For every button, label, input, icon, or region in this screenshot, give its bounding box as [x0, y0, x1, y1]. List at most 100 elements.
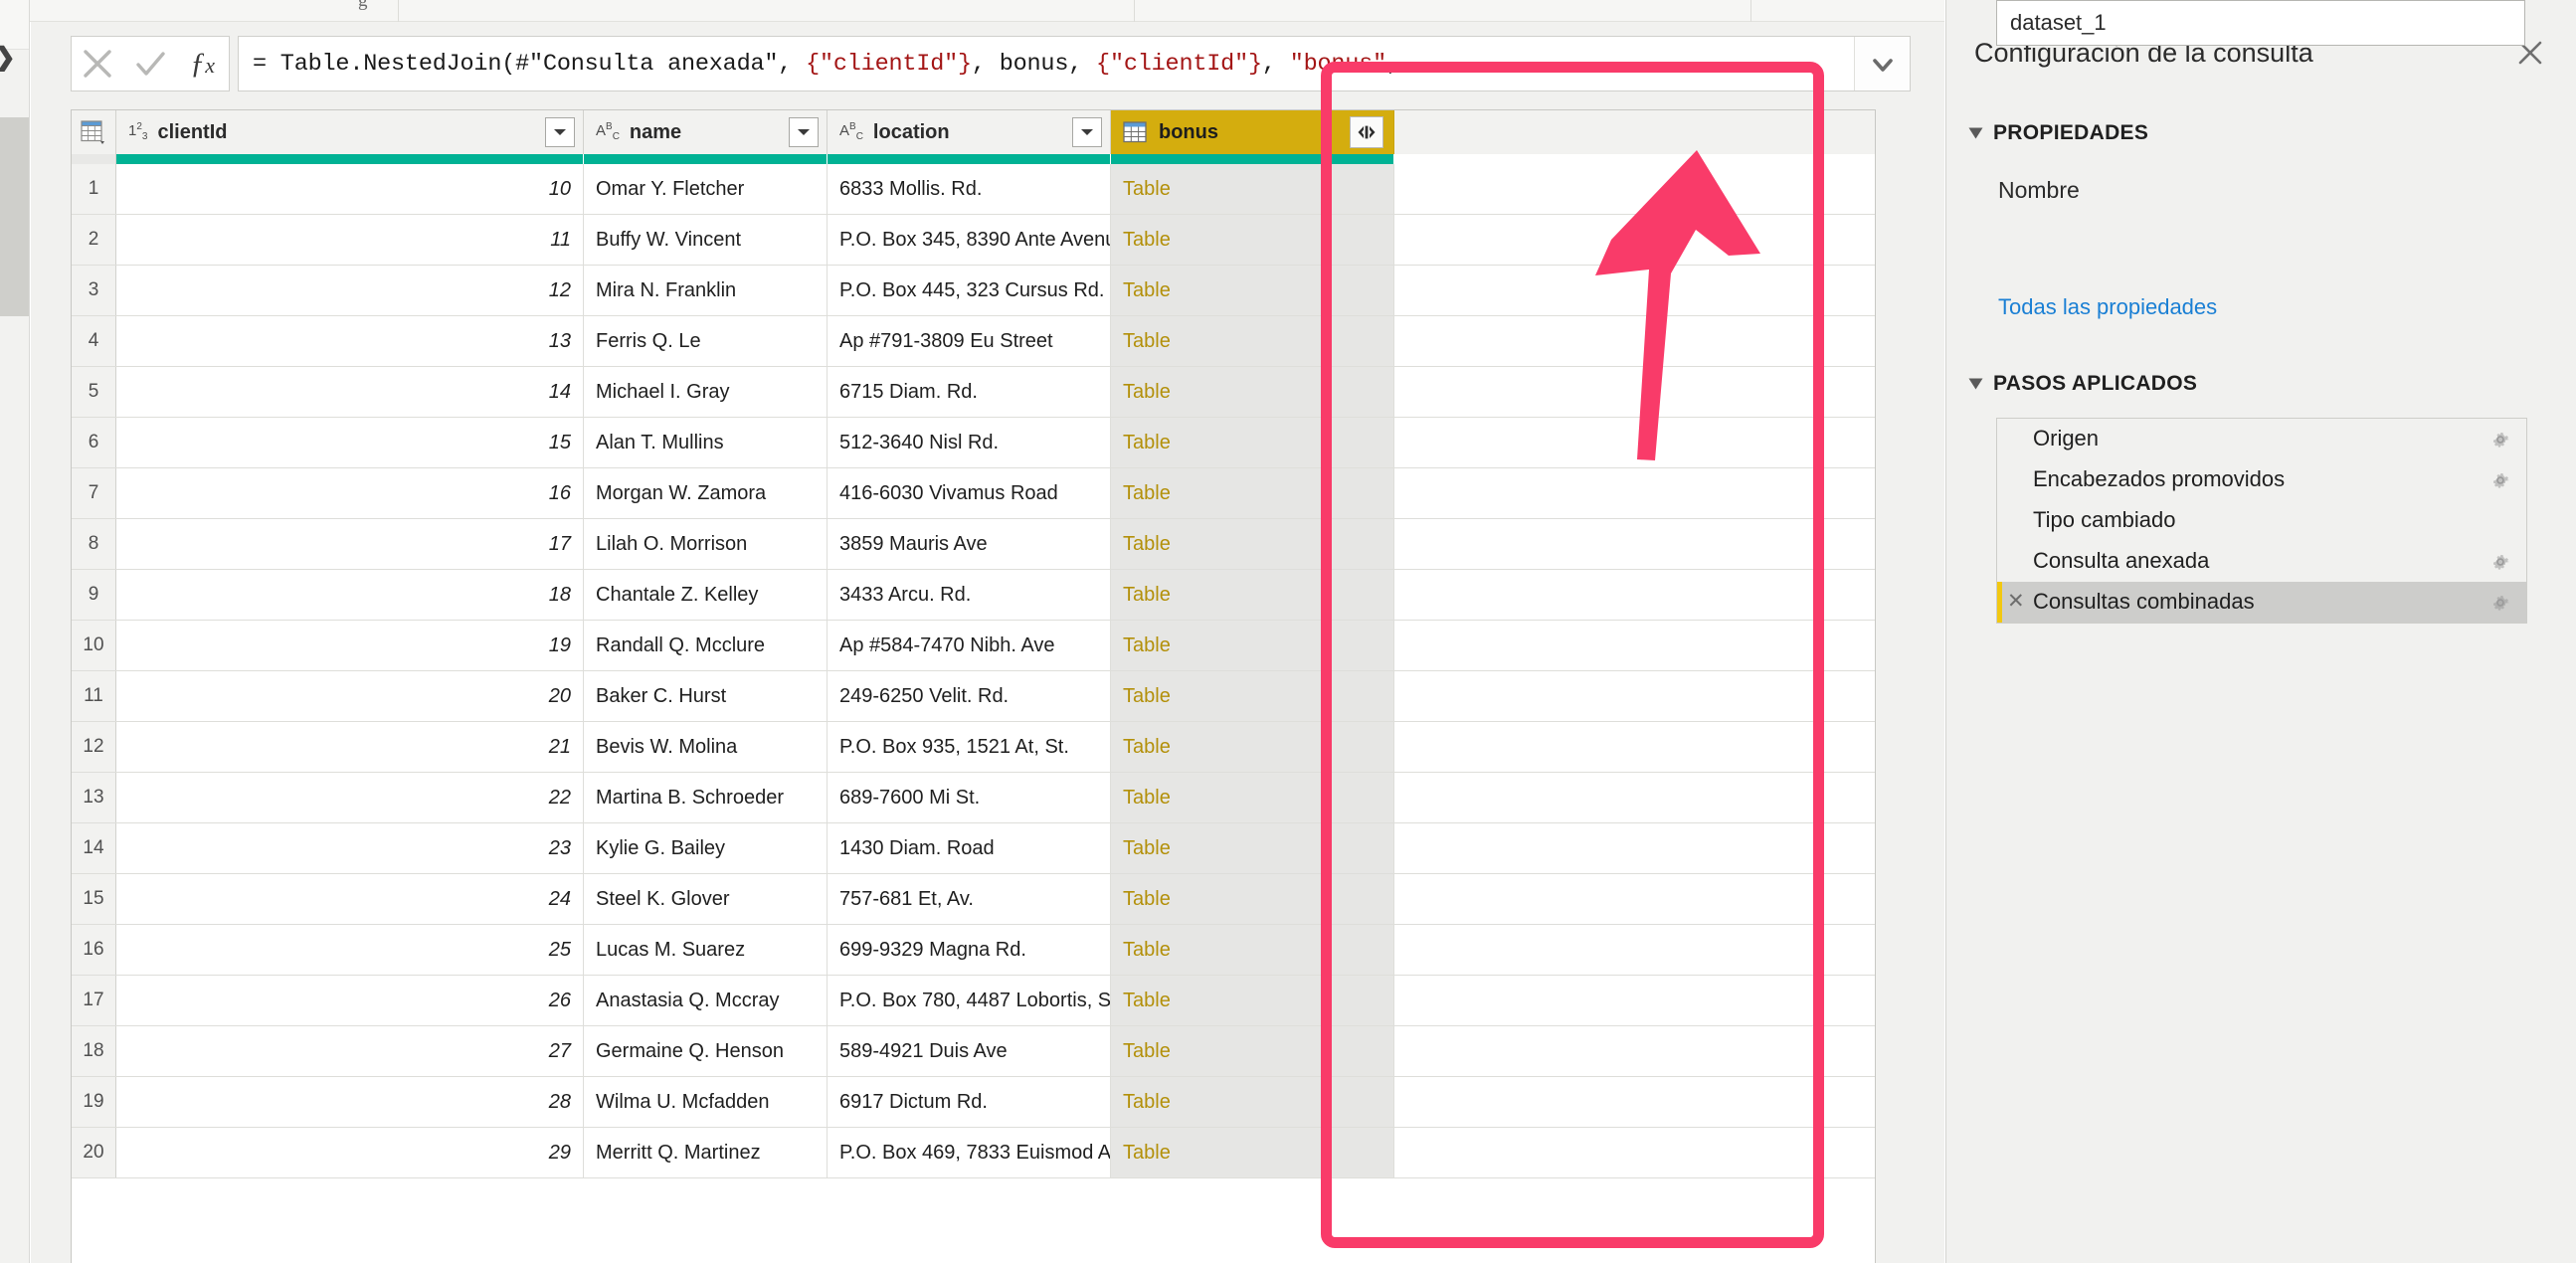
table-row[interactable]: 14 23 Kylie G. Bailey 1430 Diam. Road Table	[72, 823, 1875, 874]
cell-name[interactable]: Lucas M. Suarez	[584, 925, 828, 975]
cell-clientId[interactable]: 13	[116, 316, 584, 366]
applied-step-item[interactable]: Consulta anexada	[1997, 541, 2526, 582]
properties-section-header[interactable]: PROPIEDADES	[1968, 121, 2148, 145]
queries-pane-collapsed[interactable]: ❯	[0, 0, 30, 1263]
cell-clientId[interactable]: 21	[116, 722, 584, 772]
applied-step-item[interactable]: ✕ Consultas combinadas	[1997, 582, 2526, 623]
cell-name[interactable]: Baker C. Hurst	[584, 671, 828, 721]
cell-name[interactable]: Alan T. Mullins	[584, 418, 828, 467]
cell-bonus[interactable]: Table	[1111, 367, 1394, 417]
cell-bonus[interactable]: Table	[1111, 316, 1394, 366]
cell-name[interactable]: Chantale Z. Kelley	[584, 570, 828, 620]
cell-clientId[interactable]: 25	[116, 925, 584, 975]
cell-location[interactable]: Ap #584-7470 Nibh. Ave	[828, 621, 1111, 670]
cell-location[interactable]: 1430 Diam. Road	[828, 823, 1111, 873]
cell-clientId[interactable]: 17	[116, 519, 584, 569]
cell-bonus[interactable]: Table	[1111, 1077, 1394, 1127]
cell-location[interactable]: P.O. Box 780, 4487 Lobortis, St.	[828, 976, 1111, 1025]
cell-bonus[interactable]: Table	[1111, 671, 1394, 721]
applied-steps-list[interactable]: Origen Encabezados promovidos Tipo cambiad…	[1996, 418, 2527, 624]
table-row[interactable]: 2 11 Buffy W. Vincent P.O. Box 345, 8390 An…	[72, 215, 1875, 266]
cell-location[interactable]: 689-7600 Mi St.	[828, 773, 1111, 822]
column-header-name[interactable]: ABC name	[584, 110, 828, 154]
cell-bonus[interactable]: Table	[1111, 418, 1394, 467]
delete-step-icon[interactable]: ✕	[2007, 591, 2025, 612]
cell-location[interactable]: 589-4921 Duis Ave	[828, 1026, 1111, 1076]
cell-clientId[interactable]: 12	[116, 266, 584, 315]
cell-location[interactable]: P.O. Box 935, 1521 At, St.	[828, 722, 1111, 772]
cell-name[interactable]: Morgan W. Zamora	[584, 468, 828, 518]
gear-icon[interactable]	[2488, 468, 2512, 492]
filter-dropdown-location[interactable]	[1072, 117, 1102, 147]
column-header-location[interactable]: ABC location	[828, 110, 1111, 154]
table-row[interactable]: 5 14 Michael I. Gray 6715 Diam. Rd. Table	[72, 367, 1875, 418]
cell-name[interactable]: Germaine Q. Henson	[584, 1026, 828, 1076]
cell-name[interactable]: Wilma U. Mcfadden	[584, 1077, 828, 1127]
cell-location[interactable]: 6917 Dictum Rd.	[828, 1077, 1111, 1127]
cell-clientId[interactable]: 26	[116, 976, 584, 1025]
table-row[interactable]: 4 13 Ferris Q. Le Ap #791-3809 Eu Street Tab…	[72, 316, 1875, 367]
table-row[interactable]: 15 24 Steel K. Glover 757-681 Et, Av. Table	[72, 874, 1875, 925]
cell-bonus[interactable]: Table	[1111, 1128, 1394, 1177]
cell-name[interactable]: Kylie G. Bailey	[584, 823, 828, 873]
cell-location[interactable]: 3433 Arcu. Rd.	[828, 570, 1111, 620]
grid-body[interactable]: 1 10 Omar Y. Fletcher 6833 Mollis. Rd. Table…	[72, 164, 1875, 1263]
cell-bonus[interactable]: Table	[1111, 925, 1394, 975]
cell-clientId[interactable]: 16	[116, 468, 584, 518]
fx-icon[interactable]: ƒx	[180, 41, 226, 87]
cell-bonus[interactable]: Table	[1111, 823, 1394, 873]
cell-name[interactable]: Steel K. Glover	[584, 874, 828, 924]
table-row[interactable]: 6 15 Alan T. Mullins 512-3640 Nisl Rd. Table	[72, 418, 1875, 468]
cell-name[interactable]: Bevis W. Molina	[584, 722, 828, 772]
expand-queries-chevron-icon[interactable]: ❯	[0, 42, 18, 72]
query-name-input[interactable]: dataset_1	[1996, 0, 2525, 46]
cell-clientId[interactable]: 27	[116, 1026, 584, 1076]
commit-formula-icon[interactable]	[127, 41, 173, 87]
cell-name[interactable]: Lilah O. Morrison	[584, 519, 828, 569]
table-row[interactable]: 13 22 Martina B. Schroeder 689-7600 Mi St. T…	[72, 773, 1875, 823]
queries-pane-scrollbar[interactable]	[0, 117, 29, 316]
table-row[interactable]: 18 27 Germaine Q. Henson 589-4921 Duis Ave T…	[72, 1026, 1875, 1077]
applied-step-item[interactable]: Origen	[1997, 419, 2526, 459]
cell-name[interactable]: Martina B. Schroeder	[584, 773, 828, 822]
cell-bonus[interactable]: Table	[1111, 519, 1394, 569]
cell-clientId[interactable]: 10	[116, 164, 584, 214]
cell-clientId[interactable]: 24	[116, 874, 584, 924]
table-row[interactable]: 1 10 Omar Y. Fletcher 6833 Mollis. Rd. Table	[72, 164, 1875, 215]
select-all-table-icon[interactable]	[72, 110, 116, 154]
cell-clientId[interactable]: 28	[116, 1077, 584, 1127]
applied-step-item[interactable]: Tipo cambiado	[1997, 500, 2526, 541]
table-row[interactable]: 3 12 Mira N. Franklin P.O. Box 445, 323 Cur…	[72, 266, 1875, 316]
cell-clientId[interactable]: 20	[116, 671, 584, 721]
cell-clientId[interactable]: 22	[116, 773, 584, 822]
cell-clientId[interactable]: 11	[116, 215, 584, 265]
cell-bonus[interactable]: Table	[1111, 468, 1394, 518]
table-row[interactable]: 16 25 Lucas M. Suarez 699-9329 Magna Rd. Tab…	[72, 925, 1875, 976]
applied-steps-section-header[interactable]: PASOS APLICADOS	[1968, 372, 2197, 396]
cell-clientId[interactable]: 23	[116, 823, 584, 873]
table-row[interactable]: 9 18 Chantale Z. Kelley 3433 Arcu. Rd. Table	[72, 570, 1875, 621]
cell-clientId[interactable]: 19	[116, 621, 584, 670]
cell-location[interactable]: 6833 Mollis. Rd.	[828, 164, 1111, 214]
table-row[interactable]: 20 29 Merritt Q. Martinez P.O. Box 469, 783…	[72, 1128, 1875, 1178]
cell-location[interactable]: 416-6030 Vivamus Road	[828, 468, 1111, 518]
expand-bonus-column-button[interactable]	[1350, 116, 1383, 148]
cell-location[interactable]: P.O. Box 469, 7833 Euismod Av.	[828, 1128, 1111, 1177]
cell-location[interactable]: 699-9329 Magna Rd.	[828, 925, 1111, 975]
gear-icon[interactable]	[2488, 550, 2512, 574]
cell-name[interactable]: Omar Y. Fletcher	[584, 164, 828, 214]
cell-bonus[interactable]: Table	[1111, 874, 1394, 924]
cell-location[interactable]: 6715 Diam. Rd.	[828, 367, 1111, 417]
gear-icon[interactable]	[2488, 591, 2512, 615]
cell-bonus[interactable]: Table	[1111, 570, 1394, 620]
filter-dropdown-name[interactable]	[789, 117, 819, 147]
cell-location[interactable]: 512-3640 Nisl Rd.	[828, 418, 1111, 467]
cell-name[interactable]: Randall Q. Mcclure	[584, 621, 828, 670]
cell-bonus[interactable]: Table	[1111, 773, 1394, 822]
all-properties-link[interactable]: Todas las propiedades	[1998, 294, 2217, 320]
cell-name[interactable]: Ferris Q. Le	[584, 316, 828, 366]
cell-clientId[interactable]: 29	[116, 1128, 584, 1177]
gear-icon[interactable]	[2488, 428, 2512, 451]
table-row[interactable]: 11 20 Baker C. Hurst 249-6250 Velit. Rd. Tab…	[72, 671, 1875, 722]
cell-clientId[interactable]: 14	[116, 367, 584, 417]
